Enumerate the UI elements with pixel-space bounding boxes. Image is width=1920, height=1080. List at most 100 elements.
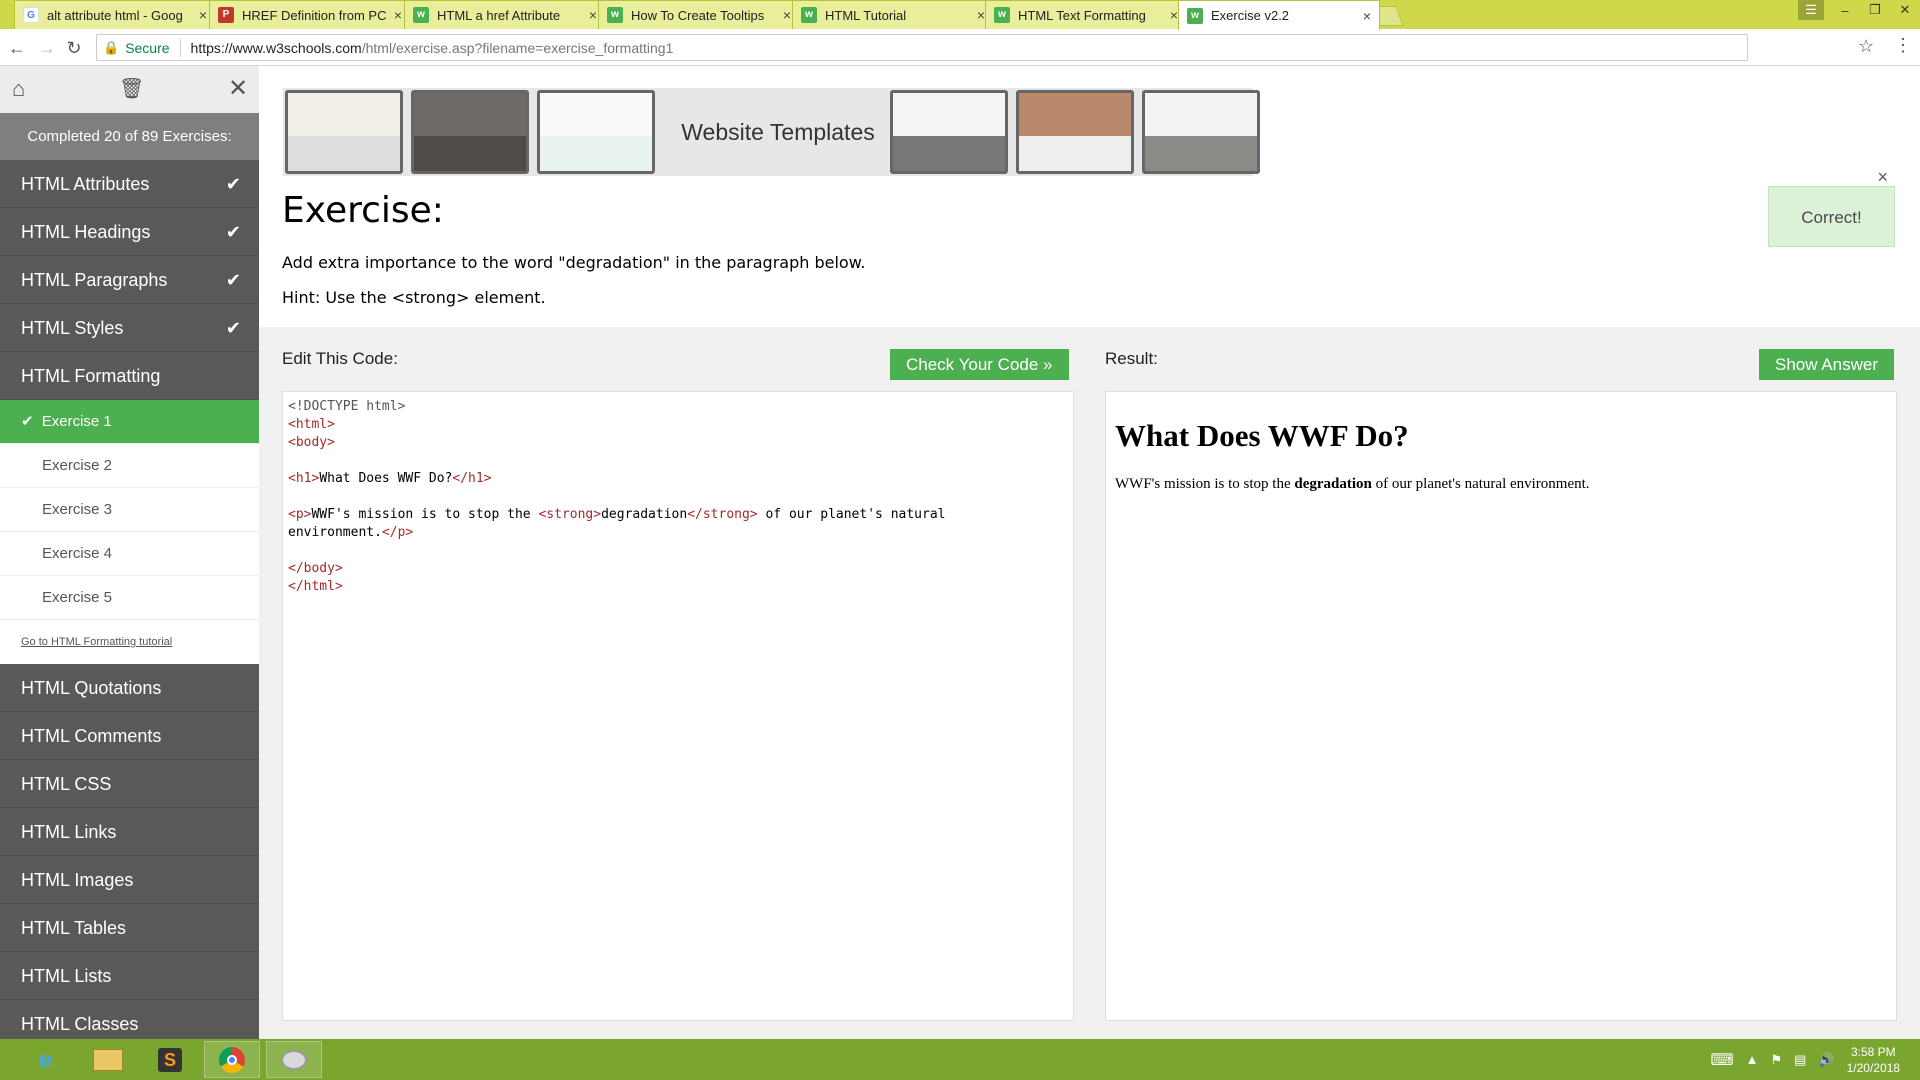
code-tag: <h1> — [288, 471, 320, 486]
browser-menu-icon[interactable]: ⋮ — [1894, 35, 1912, 56]
url-path: /html/exercise.asp?filename=exercise_for… — [361, 39, 674, 56]
close-icon[interactable]: ✕ — [228, 74, 248, 103]
home-icon[interactable]: ⌂ — [12, 76, 25, 102]
browser-tab[interactable]: w How To Create Tooltips × — [598, 0, 800, 29]
code-line: <p>WWF's mission is to stop the <strong>… — [288, 506, 1068, 524]
browser-tab[interactable]: w HTML a href Attribute × — [404, 0, 606, 29]
code-editor[interactable]: <!DOCTYPE html> <html> <body> <h1>What Doe… — [282, 391, 1074, 1021]
network-icon[interactable]: ▤ — [1794, 1052, 1806, 1068]
code-tag: </html> — [288, 579, 343, 594]
code-tag: <p> — [288, 507, 312, 522]
sidebar-topic[interactable]: HTML Lists — [0, 952, 259, 1000]
secure-label: Secure — [125, 39, 170, 56]
browser-tab[interactable]: w HTML Tutorial × — [792, 0, 994, 29]
sidebar-exercise-label: Exercise 2 — [42, 457, 113, 474]
sidebar-topic[interactable]: HTML Headings ✔ — [0, 208, 259, 256]
address-bar[interactable]: 🔒 Secure https://www.w3schools.com/html/… — [96, 34, 1748, 61]
result-label: Result: — [1105, 349, 1158, 368]
w3schools-icon: w — [413, 7, 429, 23]
browser-tab-strip: Galt attribute html - Goog × P HREF Definit… — [0, 0, 1920, 30]
correct-notification: Correct! × — [1768, 167, 1895, 247]
trash-icon[interactable]: 🗑 — [119, 76, 144, 101]
minimize-icon[interactable]: – — [1830, 0, 1860, 20]
url-host: https://www.w3schools.com — [190, 39, 362, 56]
reload-icon[interactable]: ↻ — [63, 37, 85, 59]
template-thumbnail[interactable] — [411, 90, 529, 174]
sidebar-exercise-label: Exercise 4 — [42, 545, 113, 562]
template-thumbnail[interactable] — [537, 90, 655, 174]
browser-tab[interactable]: w HTML Text Formatting × — [985, 0, 1187, 29]
template-thumbnail[interactable] — [1016, 90, 1134, 174]
close-icon[interactable]: × — [1877, 167, 1888, 187]
template-thumbnail[interactable] — [285, 90, 403, 174]
browser-tab[interactable]: Galt attribute html - Goog × — [14, 0, 216, 29]
show-answer-button[interactable]: Show Answer — [1759, 349, 1894, 380]
topic-html-formatting[interactable]: HTML Formatting — [0, 352, 259, 400]
sidebar-exercise[interactable]: Exercise 4 — [0, 532, 259, 576]
result-paragraph: WWF's mission is to stop the degradation… — [1115, 476, 1887, 493]
sidebar-exercise[interactable]: Exercise 2 — [0, 444, 259, 488]
internet-explorer-icon[interactable]: e — [18, 1041, 74, 1078]
file-explorer-icon[interactable] — [80, 1041, 136, 1078]
sidebar-topic[interactable]: HTML Styles ✔ — [0, 304, 259, 352]
maximize-icon[interactable]: ❐ — [1860, 0, 1890, 20]
chrome-icon[interactable] — [204, 1041, 260, 1078]
back-icon[interactable]: ← — [6, 37, 28, 59]
browser-tab[interactable]: w Exercise v2.2 × — [1178, 0, 1380, 30]
tab-close-icon[interactable]: × — [199, 7, 207, 23]
checkmark-icon: ✔ — [225, 222, 241, 242]
window-close-icon[interactable]: ✕ — [1890, 0, 1920, 20]
sidebar-topic[interactable]: HTML CSS — [0, 760, 259, 808]
windows-taskbar: e S ⌨ ▲ ⚑ ▤ 🔊 3:58 PM 1/20/2018 — [0, 1039, 1920, 1080]
exercise-instruction: Add extra importance to the word "degrad… — [282, 253, 866, 272]
code-line: <!DOCTYPE html> — [288, 398, 1068, 416]
exercise-workarea: Edit This Code: Check Your Code » Result… — [259, 327, 1920, 1039]
template-thumbnail[interactable] — [890, 90, 1008, 174]
show-hidden-icons-icon[interactable]: ▲ — [1746, 1052, 1759, 1067]
window-controls: ☰ – ❐ ✕ — [1798, 0, 1920, 24]
keyboard-icon[interactable]: ⌨ — [1711, 1050, 1734, 1070]
tab-close-icon[interactable]: × — [394, 7, 402, 23]
tab-close-icon[interactable]: × — [589, 7, 597, 23]
code-tag: <html> — [288, 417, 335, 432]
sidebar-topic[interactable]: HTML Tables — [0, 904, 259, 952]
exercise-title: Exercise: — [282, 190, 444, 231]
pc-icon: P — [218, 7, 234, 23]
browser-tab-title: How To Create Tooltips — [631, 7, 765, 23]
tab-close-icon[interactable]: × — [783, 7, 791, 23]
clock[interactable]: 3:58 PM 1/20/2018 — [1847, 1044, 1900, 1076]
sidebar-exercise[interactable]: Exercise 3 — [0, 488, 259, 532]
volume-icon[interactable]: 🔊 — [1818, 1052, 1834, 1068]
bookmark-star-icon[interactable]: ☆ — [1858, 36, 1874, 57]
website-templates-banner[interactable]: Website Templates — [283, 88, 1260, 176]
sidebar-topic[interactable]: HTML Comments — [0, 712, 259, 760]
code-tag: <strong> — [538, 507, 602, 522]
browser-tab-title: alt attribute html - Goog — [47, 7, 183, 23]
browser-tab[interactable]: P HREF Definition from PC × — [209, 0, 411, 29]
sidebar-topic[interactable]: HTML Quotations — [0, 664, 259, 712]
sidebar-exercise[interactable]: ✔ Exercise 1 — [0, 400, 259, 444]
profile-icon[interactable]: ☰ — [1798, 0, 1824, 20]
check-code-button[interactable]: Check Your Code » — [890, 349, 1069, 380]
flag-icon[interactable]: ⚑ — [1770, 1052, 1782, 1068]
clock-time: 3:58 PM — [1850, 1044, 1896, 1059]
sidebar-exercise[interactable]: Exercise 5 — [0, 576, 259, 620]
sidebar-topic[interactable]: HTML Paragraphs ✔ — [0, 256, 259, 304]
tab-close-icon[interactable]: × — [1170, 7, 1178, 23]
sublime-text-icon[interactable]: S — [142, 1041, 198, 1078]
sidebar-topic[interactable]: HTML Links — [0, 808, 259, 856]
sidebar-topic[interactable]: HTML Images — [0, 856, 259, 904]
system-tray: ⌨ ▲ ⚑ ▤ 🔊 3:58 PM 1/20/2018 — [1711, 1039, 1901, 1080]
paint-icon[interactable] — [266, 1041, 322, 1078]
exercise-list: ✔ Exercise 1 Exercise 2 Exercise 3 Exercise… — [0, 400, 259, 620]
sidebar-topic[interactable]: HTML Attributes ✔ — [0, 160, 259, 208]
sidebar-exercise-label: Exercise 3 — [42, 501, 113, 518]
forward-icon[interactable]: → — [36, 37, 58, 59]
template-thumbnail[interactable] — [1142, 90, 1260, 174]
tab-close-icon[interactable]: × — [1363, 8, 1371, 24]
sidebar-topic[interactable]: HTML Classes — [0, 1000, 259, 1039]
tutorial-link[interactable]: Go to HTML Formatting tutorial — [0, 620, 259, 664]
tab-close-icon[interactable]: × — [977, 7, 985, 23]
